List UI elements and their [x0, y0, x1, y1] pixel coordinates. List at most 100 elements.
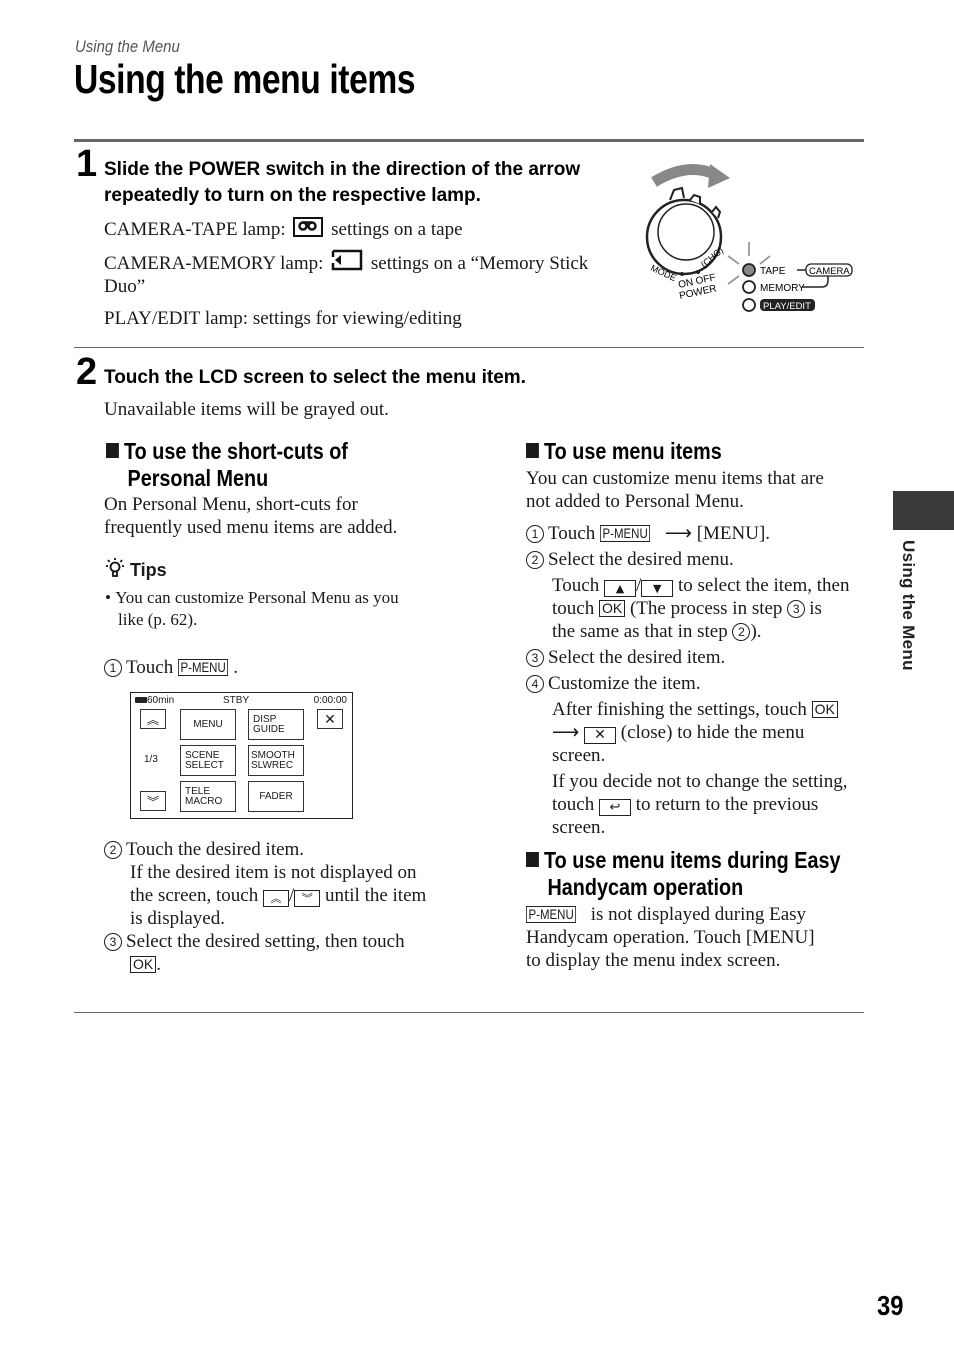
play-edit-label: PLAY/EDIT	[763, 301, 811, 312]
power-switch-diagram: MODE (CHG) ON OFF POWER TAPE CAMERA MEMO…	[642, 160, 857, 320]
p-menu-button[interactable]: P-MENU	[599, 525, 651, 542]
ok-button[interactable]: OK	[598, 600, 626, 617]
up-arrow-button[interactable]: ▲	[603, 580, 636, 597]
tape-lamp-text: settings on a tape	[331, 219, 463, 240]
bullet-icon: •	[105, 588, 116, 607]
section-heading-text: To use menu items	[544, 438, 722, 464]
left-step1: 1 Touch P-MENU.	[104, 656, 238, 679]
step3-text: Select the desired item.	[548, 647, 726, 668]
chapter-label-text: Using the Menu	[899, 540, 918, 671]
text: is	[809, 598, 822, 619]
return-button[interactable]: ↩	[598, 799, 631, 816]
step2-detail-line2: the screen, touch ︽ / ︾ until the item	[130, 885, 427, 907]
step-circle-2-icon: 2	[732, 623, 751, 641]
text: the same as that in step	[552, 621, 728, 642]
double-chevron-down-icon: ︾	[146, 794, 159, 809]
recording-status: STBY	[223, 695, 250, 706]
button-label-line2: MACRO	[185, 795, 223, 807]
step1-body: CAMERA-TAPE lamp: settings on a tape CAM…	[104, 217, 644, 330]
period: .	[233, 657, 238, 678]
intro-line1: On Personal Menu, short-cuts for	[104, 494, 358, 515]
lcd-button-tele-macro[interactable]: TELE MACRO	[180, 781, 236, 812]
step-circle-3-icon: 3	[526, 649, 544, 667]
lcd-button-scene-select[interactable]: SCENE SELECT	[180, 745, 236, 776]
intro-line1: You can customize menu items that are	[526, 468, 824, 489]
running-head: Using the Menu	[75, 37, 180, 56]
button-label: MENU	[193, 718, 223, 730]
section-heading-menu-items: To use menu items	[526, 438, 722, 465]
divider	[74, 139, 864, 142]
ok-button[interactable]: OK	[130, 956, 157, 973]
step2-subtext: Unavailable items will be grayed out.	[104, 399, 389, 420]
chapter-tab	[893, 491, 954, 530]
scroll-up-button[interactable]: ︽	[140, 709, 166, 729]
section-heading-easy-handycam: To use menu items during Easy Handycam o…	[526, 847, 892, 901]
tips-label: Tips	[130, 560, 167, 580]
tape-icon	[293, 217, 324, 237]
step3-text: Select the desired setting, then touch	[126, 931, 405, 952]
battery-icon	[135, 697, 147, 703]
divider	[74, 1012, 864, 1013]
tape-lamp-line: CAMERA-TAPE lamp: settings on a tape	[104, 217, 644, 241]
chapter-side-label: Using the Menu	[894, 540, 922, 680]
text: touch	[552, 598, 595, 619]
step2-text: Touch the desired item.	[126, 839, 305, 860]
step2-detail-line3: is displayed.	[130, 908, 225, 929]
memory-label: MEMORY	[760, 283, 805, 294]
direction-arrow-icon	[651, 164, 717, 187]
scroll-down-button[interactable]: ︾	[140, 791, 166, 811]
step-circle-2-icon: 2	[104, 841, 122, 859]
memory-lamp-text-cont: Duo”	[104, 276, 146, 297]
text: screen.	[552, 745, 606, 766]
scroll-down-inline-icon: ︾	[294, 890, 321, 907]
step-circle-3-icon: 3	[104, 933, 122, 951]
arrow-right-icon: ⟶	[659, 523, 692, 544]
text: (close) to hide the menu	[620, 722, 805, 743]
memory-lamp-line: CAMERA-MEMORY lamp: settings on a “Memor…	[104, 249, 644, 275]
text: to return to the previous	[635, 794, 819, 815]
step-circle-1-icon: 1	[526, 525, 544, 543]
step2-detail-line1: If the desired item is not displayed on	[130, 862, 417, 883]
lcd-button-fader[interactable]: FADER	[248, 781, 304, 812]
text: Touch	[548, 523, 596, 544]
step-circle-4-icon: 4	[526, 675, 544, 693]
menu-items-intro: You can customize menu items that are no…	[526, 467, 824, 513]
intro-line2: frequently used menu items are added.	[104, 517, 398, 538]
close-button[interactable]: ✕	[317, 709, 343, 729]
page-number: 39	[877, 1290, 904, 1321]
text: If you decide not to change the setting,	[552, 771, 848, 792]
p-menu-button[interactable]: P-MENU	[177, 659, 229, 676]
tip-item: • You can customize Personal Menu as you…	[105, 587, 445, 631]
lcd-button-disp-guide[interactable]: DISP GUIDE	[248, 709, 304, 740]
shortcuts-intro: On Personal Menu, short-cuts for frequen…	[104, 493, 397, 539]
lcd-button-menu[interactable]: MENU	[180, 709, 236, 740]
tape-lamp-label: CAMERA-TAPE lamp:	[104, 219, 286, 240]
period: .	[156, 954, 161, 975]
step-number-1: 1	[76, 143, 98, 185]
section-heading-line2: Personal Menu	[127, 465, 269, 491]
timecode: 0:00:00	[313, 695, 347, 706]
ok-button[interactable]: OK	[811, 701, 838, 718]
section-heading-line2: Handycam operation	[547, 874, 744, 900]
arrow-right-icon: ⟶	[552, 722, 580, 743]
power-switch-illustration: MODE (CHG) ON OFF POWER TAPE CAMERA MEMO…	[645, 164, 853, 312]
right-steps: 1 Touch P-MENU ⟶ [MENU]. 2 Select the desi…	[526, 522, 866, 839]
battery-remaining: 60min	[147, 695, 175, 706]
p-menu-button[interactable]: P-MENU	[526, 906, 577, 923]
tips-heading: Tips	[104, 557, 167, 584]
lcd-button-smooth-slwrec[interactable]: SMOOTH SLWREC	[248, 745, 304, 776]
left-step2: 2 Touch the desired item. If the desired …	[104, 838, 464, 976]
memory-stick-icon	[331, 249, 363, 271]
tape-lamp-icon	[742, 263, 756, 277]
tips-lightbulb-icon	[104, 557, 126, 584]
button-label-line2: SELECT	[185, 759, 224, 771]
step-circle-2-icon: 2	[526, 551, 544, 569]
close-button[interactable]: ✕	[584, 727, 616, 744]
button-label-line2: GUIDE	[253, 723, 285, 735]
down-arrow-button[interactable]: ▼	[641, 580, 674, 597]
step4-text: Customize the item.	[548, 673, 701, 694]
lcd-status-bar: 60min STBY 0:00:00	[135, 695, 347, 706]
double-chevron-up-icon: ︽	[146, 712, 159, 727]
touch-text: Touch	[126, 657, 174, 678]
text: (The process in step	[629, 598, 783, 619]
